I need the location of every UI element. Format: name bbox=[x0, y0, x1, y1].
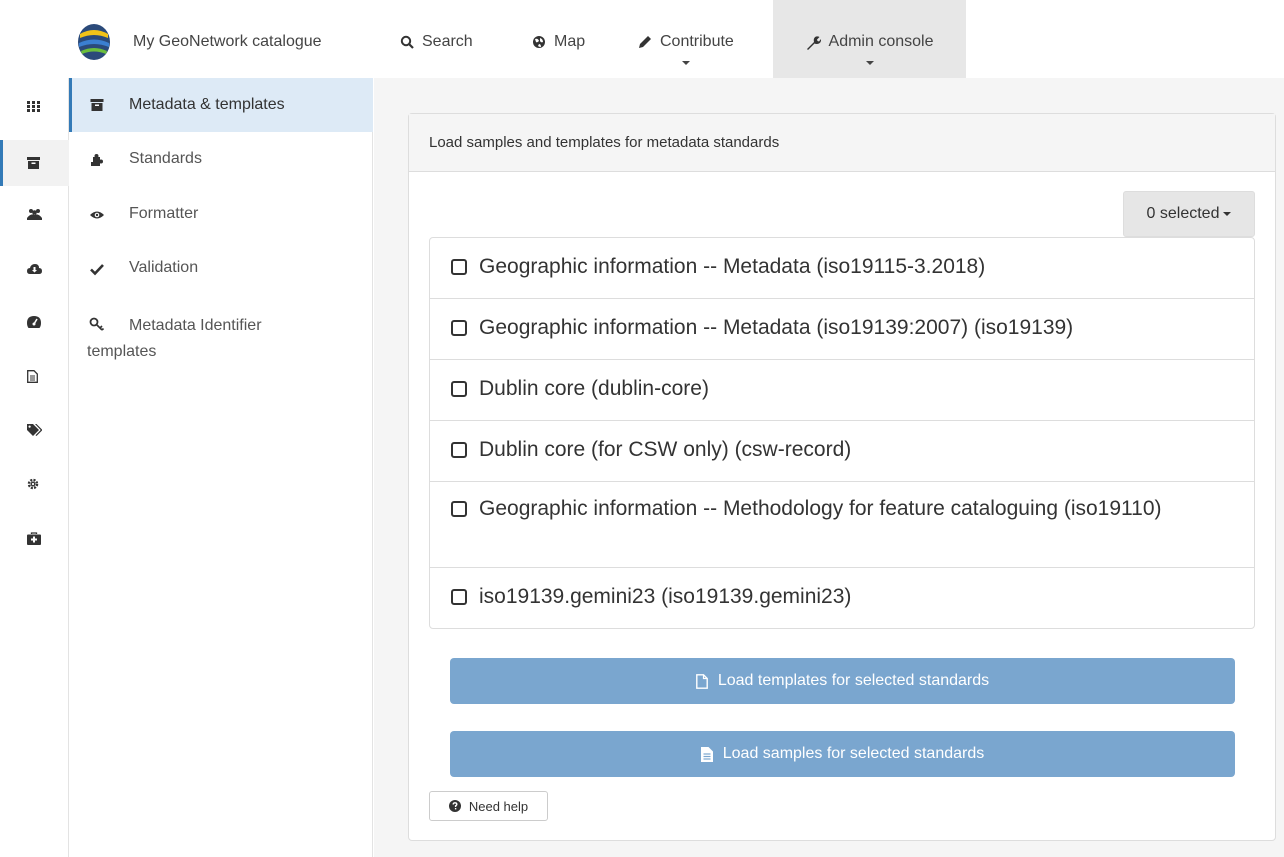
nav-map[interactable]: Map bbox=[532, 0, 585, 78]
check-icon bbox=[90, 264, 104, 276]
checkbox[interactable] bbox=[451, 501, 467, 517]
standards-list: Geographic information -- Metadata (iso1… bbox=[429, 237, 1255, 629]
checkbox[interactable] bbox=[451, 442, 467, 458]
file-text-icon bbox=[700, 746, 713, 762]
medkit-icon bbox=[27, 531, 41, 545]
standard-label: Geographic information -- Metadata (iso1… bbox=[479, 255, 986, 278]
puzzle-icon bbox=[91, 154, 103, 166]
rail-statistics[interactable] bbox=[0, 302, 69, 342]
admin-icon-rail bbox=[0, 78, 69, 857]
eye-icon bbox=[90, 211, 104, 219]
file-icon bbox=[695, 673, 708, 689]
chevron-down-icon bbox=[681, 61, 690, 65]
list-item[interactable]: Dublin core (for CSW only) (csw-record) bbox=[430, 421, 1254, 482]
load-standards-panel: Load samples and templates for metadata … bbox=[408, 113, 1276, 841]
nav-admin-console[interactable]: Admin console bbox=[773, 0, 966, 78]
list-item[interactable]: Geographic information -- Methodology fo… bbox=[430, 482, 1254, 568]
key-icon bbox=[89, 317, 105, 331]
standard-label: Dublin core (for CSW only) (csw-record) bbox=[479, 438, 852, 461]
search-icon bbox=[400, 35, 414, 49]
nav-admin-label: Admin console bbox=[828, 33, 934, 50]
checkbox[interactable] bbox=[451, 259, 467, 275]
standard-label: Geographic information -- Methodology fo… bbox=[479, 497, 1162, 520]
nav-search[interactable]: Search bbox=[400, 0, 473, 78]
load-samples-label: Load samples for selected standards bbox=[722, 745, 985, 762]
checkbox[interactable] bbox=[451, 589, 467, 605]
rail-settings[interactable] bbox=[0, 464, 69, 504]
checkbox[interactable] bbox=[451, 381, 467, 397]
wrench-icon bbox=[806, 35, 821, 50]
list-item[interactable]: Geographic information -- Metadata (iso1… bbox=[430, 299, 1254, 360]
checkbox[interactable] bbox=[451, 320, 467, 336]
panel-heading: Load samples and templates for metadata … bbox=[409, 114, 1275, 172]
pencil-icon bbox=[639, 36, 651, 48]
standard-label: Geographic information -- Metadata (iso1… bbox=[479, 316, 1074, 339]
tags-icon bbox=[27, 424, 42, 436]
users-icon bbox=[27, 209, 42, 220]
load-samples-button[interactable]: Load samples for selected standards bbox=[450, 731, 1235, 777]
gear-icon bbox=[27, 478, 39, 490]
submenu-label: Validation bbox=[129, 259, 199, 276]
rail-classification[interactable] bbox=[0, 410, 69, 450]
file-text-icon bbox=[27, 369, 38, 383]
submenu-label: Formatter bbox=[129, 205, 199, 222]
standard-label: iso19139.gemini23 (iso19139.gemini23) bbox=[479, 585, 852, 608]
rail-harvesting[interactable] bbox=[0, 248, 69, 288]
geonetwork-logo[interactable] bbox=[76, 22, 112, 62]
need-help-label: Need help bbox=[468, 798, 529, 814]
rail-users[interactable] bbox=[0, 194, 69, 234]
archive-icon bbox=[27, 157, 40, 169]
globe-icon bbox=[533, 36, 545, 48]
nav-contribute-label: Contribute bbox=[660, 33, 734, 50]
load-templates-button[interactable]: Load templates for selected standards bbox=[450, 658, 1235, 704]
dashboard-icon bbox=[27, 316, 41, 328]
admin-submenu: Metadata & templates Standards Formatter… bbox=[69, 78, 373, 857]
submenu-label-continued: templates bbox=[87, 343, 157, 360]
need-help-button[interactable]: Need help bbox=[429, 791, 548, 821]
nav-search-label: Search bbox=[422, 33, 473, 50]
cloud-download-icon bbox=[27, 263, 42, 274]
selection-dropdown-button[interactable]: 0 selected bbox=[1123, 191, 1255, 237]
chevron-down-icon bbox=[1223, 212, 1232, 216]
archive-icon bbox=[90, 99, 104, 111]
submenu-formatter[interactable]: Formatter bbox=[69, 205, 373, 223]
submenu-standards[interactable]: Standards bbox=[69, 150, 373, 168]
rail-reports[interactable] bbox=[0, 356, 69, 396]
submenu-label: Standards bbox=[129, 150, 202, 167]
rail-tools[interactable] bbox=[0, 518, 69, 558]
submenu-label: Metadata & templates bbox=[129, 96, 285, 113]
rail-metadata-templates[interactable] bbox=[0, 140, 69, 186]
brand-title[interactable]: My GeoNetwork catalogue bbox=[133, 33, 322, 51]
selection-count: 0 selected bbox=[1146, 205, 1220, 222]
list-item[interactable]: Dublin core (dublin-core) bbox=[430, 360, 1254, 421]
submenu-validation[interactable]: Validation bbox=[69, 259, 373, 277]
question-circle-icon bbox=[448, 800, 461, 812]
nav-map-label: Map bbox=[554, 33, 586, 50]
load-templates-label: Load templates for selected standards bbox=[717, 672, 990, 689]
submenu-metadata-templates[interactable]: Metadata & templates bbox=[69, 78, 373, 132]
nav-contribute[interactable]: Contribute bbox=[638, 0, 734, 78]
standard-label: Dublin core (dublin-core) bbox=[479, 377, 709, 400]
list-item[interactable]: Geographic information -- Metadata (iso1… bbox=[430, 238, 1254, 299]
grid-icon bbox=[27, 100, 40, 112]
top-navbar: My GeoNetwork catalogue Search Map Contr… bbox=[0, 0, 1284, 78]
list-item[interactable]: iso19139.gemini23 (iso19139.gemini23) bbox=[430, 568, 1254, 628]
rail-grid[interactable] bbox=[0, 86, 69, 126]
chevron-down-icon bbox=[865, 61, 874, 65]
submenu-label: Metadata Identifier bbox=[129, 317, 262, 334]
